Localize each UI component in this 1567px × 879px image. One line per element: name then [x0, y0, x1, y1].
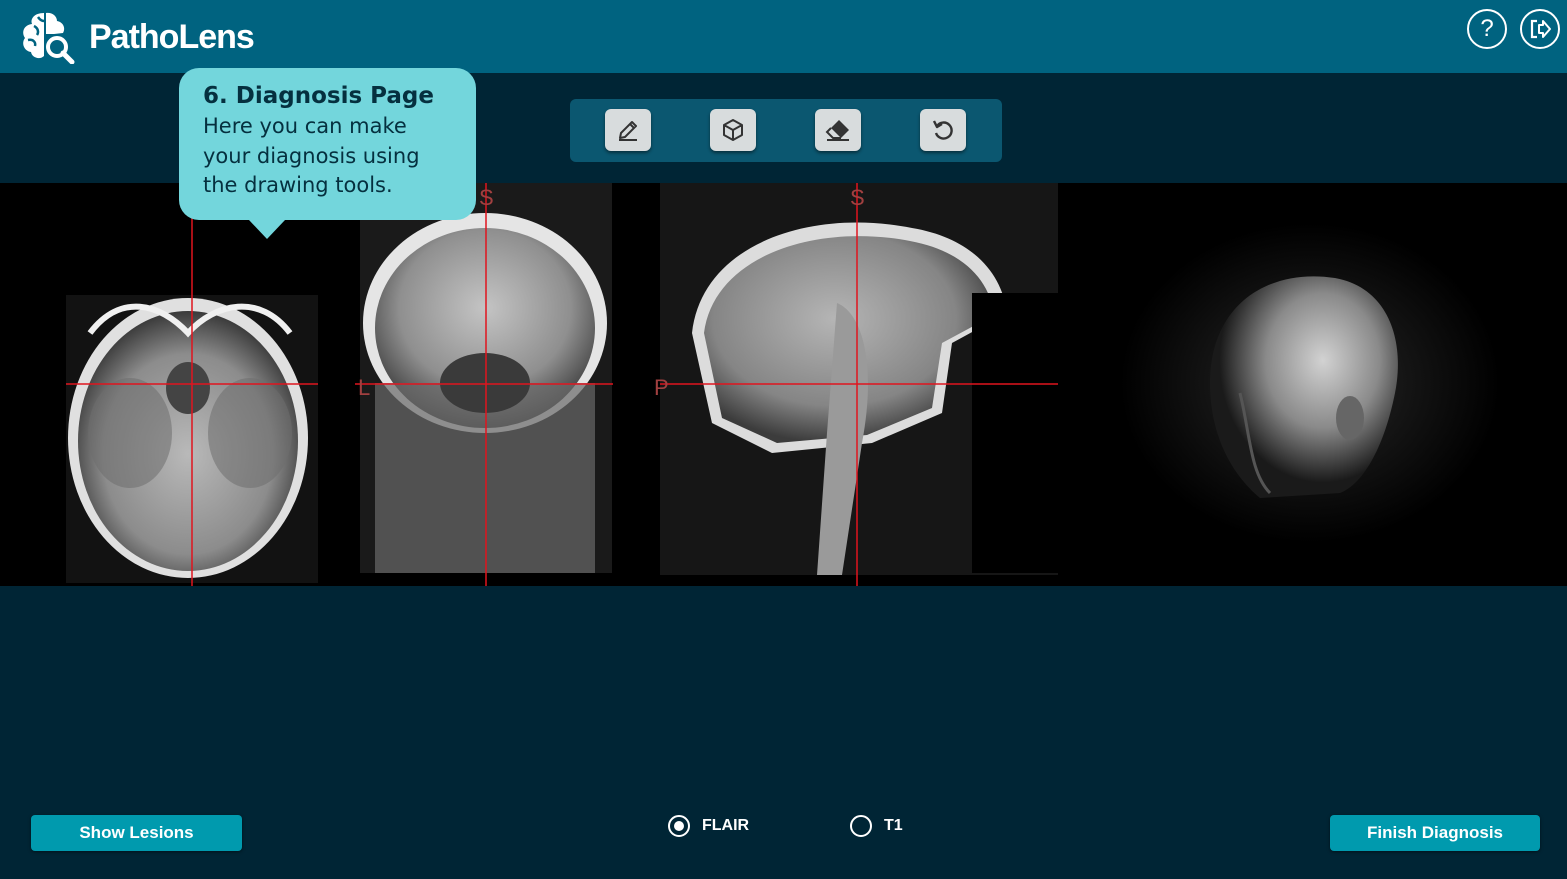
coronal-slice-image [355, 183, 613, 586]
3d-head-render [1120, 223, 1500, 543]
undo-tool-button[interactable] [920, 109, 966, 151]
3d-render-view[interactable] [1100, 183, 1500, 586]
tooltip-body: Here you can make your diagnosis using t… [203, 114, 420, 197]
drawing-toolbar [570, 99, 1002, 162]
show-lesions-button[interactable]: Show Lesions [31, 815, 242, 851]
undo-icon [932, 120, 953, 140]
eraser-tool-button[interactable] [815, 109, 861, 151]
tooltip-title: 6. Diagnosis Page [203, 83, 434, 109]
axial-slice-image [66, 213, 318, 586]
sequence-option-flair[interactable]: FLAIR [668, 815, 749, 837]
sequence-label-flair: FLAIR [702, 817, 750, 834]
cube-icon [723, 119, 743, 141]
brain-search-icon [23, 12, 75, 64]
coronal-left-label: L [358, 375, 371, 400]
sequence-label-t1: T1 [884, 817, 903, 834]
mri-viewer: S L S P [0, 183, 1567, 586]
axial-view[interactable] [0, 183, 350, 586]
pencil-tool-button[interactable] [605, 109, 651, 151]
tutorial-tooltip: 6. Diagnosis Page Here you can make your… [179, 68, 476, 239]
sequence-option-t1[interactable]: T1 [850, 815, 903, 837]
cube-tool-button[interactable] [710, 109, 756, 151]
logout-icon [1530, 19, 1551, 39]
coronal-view[interactable]: S L [355, 183, 615, 586]
sagittal-left-label: P [654, 375, 669, 400]
coronal-top-label: S [479, 185, 494, 210]
logout-button[interactable] [1520, 9, 1560, 49]
help-icon: ? [1480, 15, 1494, 42]
radio-selected-dot [674, 821, 684, 831]
eraser-icon [825, 120, 849, 141]
app-title: PathoLens [89, 18, 255, 56]
top-bar: PathoLens ? [0, 0, 1567, 73]
help-button[interactable]: ? [1467, 9, 1507, 49]
radio-button[interactable] [668, 815, 690, 837]
sagittal-slice-image [660, 183, 1062, 586]
radio-button[interactable] [850, 815, 872, 837]
pencil-icon [619, 121, 637, 141]
sagittal-top-label: S [850, 185, 865, 210]
finish-diagnosis-button[interactable]: Finish Diagnosis [1330, 815, 1540, 851]
sagittal-view[interactable]: S P [652, 183, 1062, 586]
